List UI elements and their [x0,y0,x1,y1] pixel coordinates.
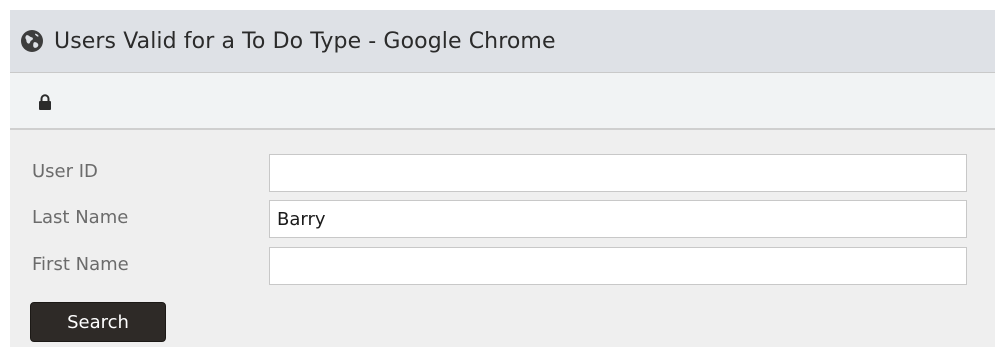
address-bar [10,72,995,130]
title-bar: Users Valid for a To Do Type - Google Ch… [10,10,995,72]
last-name-row: Last Name [10,197,995,238]
search-button[interactable]: Search [30,302,166,342]
last-name-input[interactable] [269,200,967,238]
first-name-row: First Name [10,244,995,285]
user-id-label: User ID [32,161,98,182]
first-name-label: First Name [32,254,129,275]
last-name-label: Last Name [32,207,129,228]
first-name-input[interactable] [269,247,967,285]
browser-window: Users Valid for a To Do Type - Google Ch… [10,10,995,347]
user-id-input[interactable] [269,154,967,192]
window-title: Users Valid for a To Do Type - Google Ch… [54,28,556,54]
search-form: User ID Last Name First Name Search [10,130,995,347]
user-id-row: User ID [10,151,995,192]
globe-icon [21,30,43,52]
lock-icon [39,94,51,110]
